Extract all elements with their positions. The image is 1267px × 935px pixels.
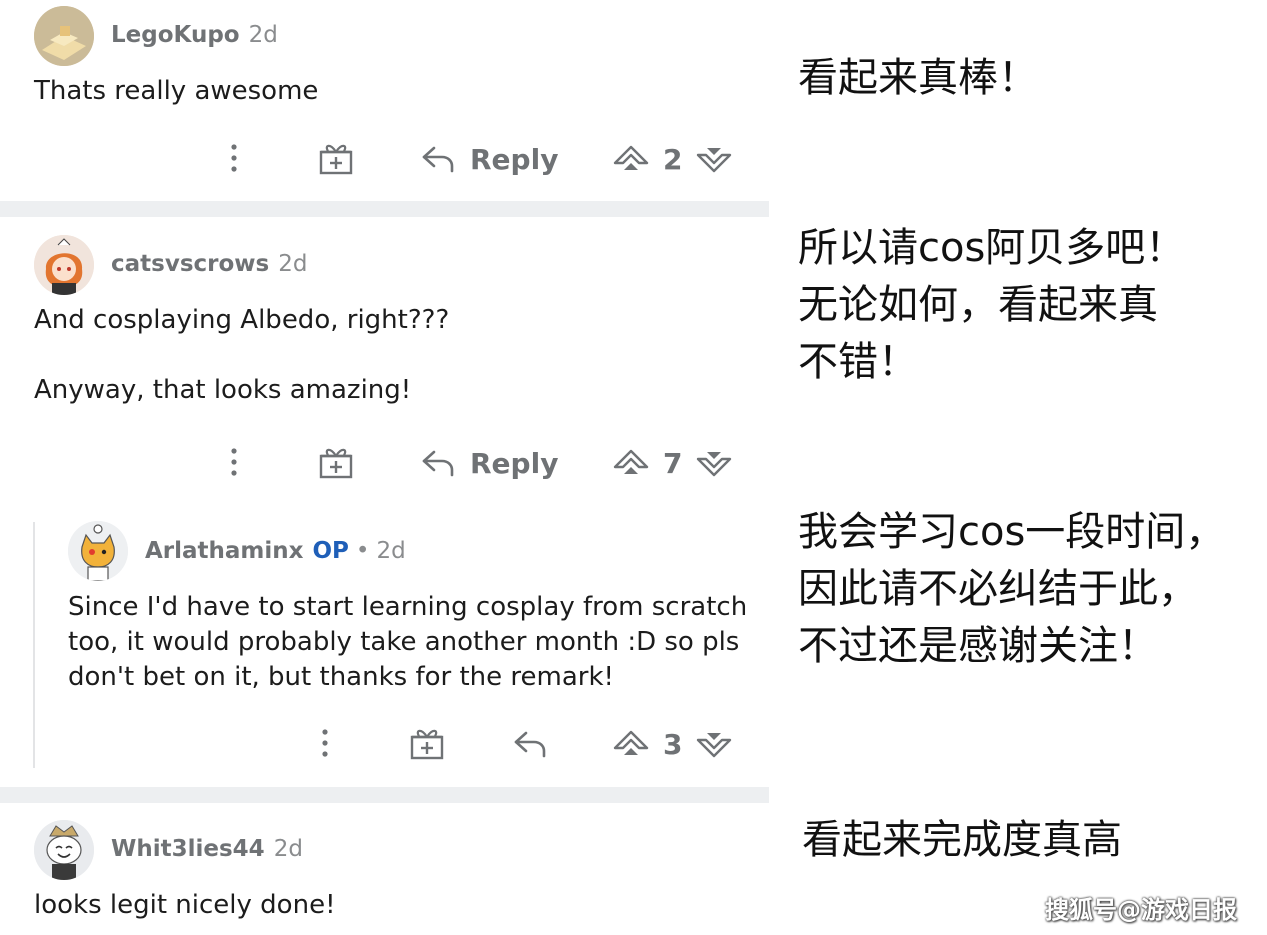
- reply-icon: [512, 729, 548, 759]
- award-button[interactable]: [407, 725, 447, 761]
- more-button[interactable]: [222, 142, 246, 174]
- comment-body: And cosplaying Albedo, right??? Anyway, …: [34, 305, 450, 405]
- username[interactable]: catsvscrows: [111, 251, 269, 277]
- downvote-icon[interactable]: [696, 448, 732, 478]
- reply-label: Reply: [470, 446, 559, 480]
- downvote-icon[interactable]: [696, 144, 732, 174]
- comment-separator: [0, 201, 769, 217]
- avatar[interactable]: [34, 235, 94, 295]
- avatar[interactable]: [68, 521, 128, 581]
- reply-label: Reply: [470, 142, 559, 176]
- vote-controls: 7: [613, 444, 732, 482]
- comment-meta: LegoKupo 2d: [111, 22, 278, 48]
- score: 3: [663, 727, 683, 761]
- avatar[interactable]: [34, 820, 94, 880]
- upvote-icon[interactable]: [613, 144, 649, 174]
- upvote-icon[interactable]: [613, 729, 649, 759]
- more-icon: [229, 447, 239, 477]
- comment-body: looks legit nicely done!: [34, 890, 336, 920]
- award-button[interactable]: [316, 444, 356, 480]
- award-icon: [319, 445, 353, 479]
- timestamp: 2d: [376, 538, 406, 564]
- translation-text: 看起来真棒！: [798, 55, 1038, 101]
- vote-controls: 2: [613, 140, 732, 178]
- vote-controls: 3: [613, 725, 732, 763]
- reply-button[interactable]: [511, 727, 549, 761]
- award-icon: [319, 141, 353, 175]
- comment-body: Thats really awesome: [34, 76, 319, 106]
- score: 2: [663, 142, 683, 176]
- comment-meta: Arlathaminx OP • 2d: [145, 538, 406, 564]
- translation-text: 所以请cos阿贝多吧！ 无论如何，看起来真 不错！: [798, 225, 1186, 385]
- award-icon: [410, 726, 444, 760]
- more-icon: [320, 728, 330, 758]
- thread-line[interactable]: [33, 522, 35, 768]
- reply-icon: [420, 448, 456, 478]
- comment-meta: catsvscrows 2d: [111, 251, 307, 277]
- downvote-icon[interactable]: [696, 729, 732, 759]
- translation-text: 我会学习cos一段时间， 因此请不必纠结于此， 不过还是感谢关注！: [798, 509, 1226, 669]
- translation-text: 看起来完成度真高: [802, 817, 1122, 863]
- award-button[interactable]: [316, 140, 356, 176]
- reply-button[interactable]: Reply: [420, 444, 558, 482]
- username[interactable]: Whit3lies44: [111, 836, 265, 862]
- username[interactable]: LegoKupo: [111, 22, 240, 48]
- reply-button[interactable]: Reply: [420, 140, 558, 178]
- comment-body: Since I'd have to start learning cosplay…: [68, 592, 748, 692]
- more-button[interactable]: [313, 727, 337, 759]
- more-button[interactable]: [222, 446, 246, 478]
- meta-separator: •: [355, 538, 370, 564]
- more-icon: [229, 143, 239, 173]
- timestamp: 2d: [278, 251, 308, 277]
- upvote-icon[interactable]: [613, 448, 649, 478]
- op-badge: OP: [312, 538, 349, 564]
- timestamp: 2d: [273, 836, 303, 862]
- avatar[interactable]: [34, 6, 94, 66]
- comment-meta: Whit3lies44 2d: [111, 836, 303, 862]
- username[interactable]: Arlathaminx: [145, 538, 304, 564]
- score: 7: [663, 446, 683, 480]
- timestamp: 2d: [248, 22, 278, 48]
- watermark: 搜狐号@游戏日报: [1045, 896, 1237, 924]
- comment-separator: [0, 787, 769, 803]
- reply-icon: [420, 144, 456, 174]
